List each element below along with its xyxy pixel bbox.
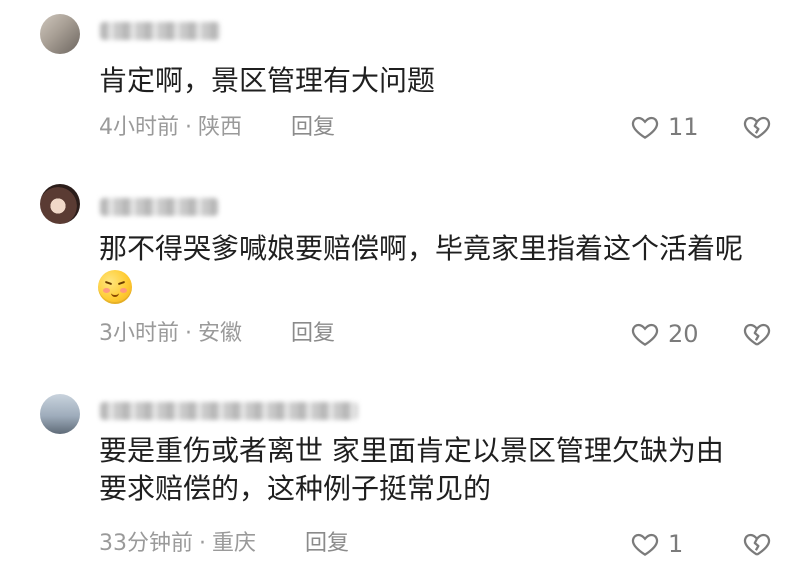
- meta-separator: ·: [199, 531, 206, 556]
- broken-heart-icon: [742, 529, 772, 559]
- reply-button[interactable]: 回复: [305, 530, 349, 558]
- comment-location: 陕西: [198, 115, 243, 140]
- like-count: 20: [668, 320, 699, 348]
- emoji-cheek-right: [120, 288, 127, 293]
- comment-time: 33分钟前: [99, 531, 193, 556]
- comment-meta: 3小时前 · 安徽: [99, 320, 242, 348]
- comment-feed: 肯定啊，景区管理有大问题 4小时前 · 陕西 回复 11 那不得哭爹喊娘要赔偿啊…: [0, 0, 800, 560]
- comment-text: 肯定啊，景区管理有大问题: [99, 64, 436, 97]
- comment-text: 要是重伤或者离世 家里面肯定以景区管理欠缺为由 要求赔偿的，这种例子挺常见的: [99, 434, 724, 505]
- shy-face-emoji-icon: [98, 270, 132, 304]
- blurred-username[interactable]: [100, 198, 218, 216]
- comment-time: 3小时前: [99, 321, 179, 346]
- emoji-cheek-left: [103, 288, 110, 293]
- like-count: 11: [668, 113, 699, 141]
- meta-separator: ·: [185, 115, 192, 140]
- like-button[interactable]: 11: [630, 111, 699, 143]
- heart-outline-icon: [630, 319, 660, 349]
- avatar[interactable]: [40, 394, 80, 434]
- comment-text: 那不得哭爹喊娘要赔偿啊，毕竟家里指着这个活着呢: [99, 232, 744, 265]
- reply-button[interactable]: 回复: [291, 114, 335, 142]
- avatar[interactable]: [40, 14, 80, 54]
- broken-heart-icon: [742, 112, 772, 142]
- comment-location: 重庆: [212, 531, 257, 556]
- avatar[interactable]: [40, 184, 80, 224]
- comment-meta: 4小时前 · 陕西: [99, 114, 242, 142]
- blurred-username[interactable]: [100, 402, 358, 420]
- like-button[interactable]: 20: [630, 318, 699, 350]
- comment-time: 4小时前: [99, 115, 179, 140]
- comment-location: 安徽: [198, 321, 243, 346]
- like-count: 1: [668, 530, 684, 558]
- dislike-button[interactable]: [742, 112, 772, 142]
- like-button[interactable]: 1: [630, 528, 683, 560]
- blurred-username[interactable]: [100, 22, 220, 40]
- broken-heart-icon: [742, 319, 772, 349]
- emoji-mouth: [111, 290, 119, 297]
- meta-separator: ·: [185, 321, 192, 346]
- heart-outline-icon: [630, 112, 660, 142]
- dislike-button[interactable]: [742, 529, 772, 559]
- dislike-button[interactable]: [742, 319, 772, 349]
- reply-button[interactable]: 回复: [291, 320, 335, 348]
- comment-meta: 33分钟前 · 重庆: [99, 530, 256, 558]
- heart-outline-icon: [630, 529, 660, 559]
